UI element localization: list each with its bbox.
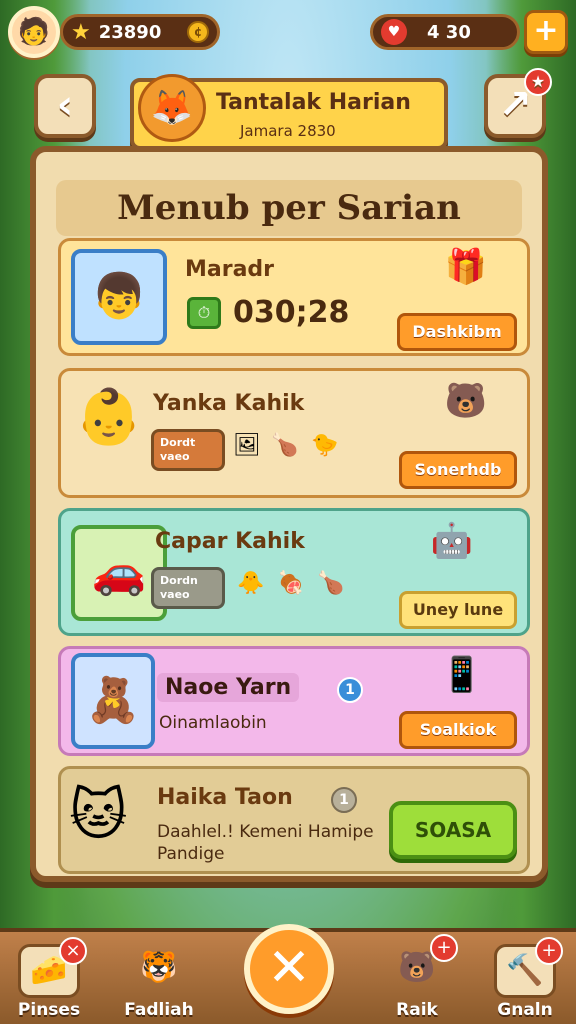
nav-badge: + [430,934,458,962]
close-button[interactable]: ✕ [244,924,334,1014]
bear-icon: 🐻 [444,381,487,421]
avatar-icon: 🧑 [17,17,51,47]
cat-icon: 🐱 [69,783,128,848]
task-name: Naoe Yarn [157,673,300,702]
chick-icon: 🐤 [311,433,339,458]
task-description: Oinamlaobin [159,713,267,733]
page-subtitle: Jamara 2830 [240,122,336,140]
task-card[interactable]: 👦 Maradr ⏱ 030;28 🎁 Dashkibm [58,238,530,356]
task-name: Haika Taon [157,785,293,810]
search-button[interactable]: SOASA [389,801,517,859]
page-title: Tantalak Harian [216,90,411,115]
drumstick-icon: 🍗 [271,433,299,458]
lives-counter: ♥ 4 30 [370,14,520,50]
meat-icon: 🍖 [277,571,305,596]
nav-badge: × [59,937,87,965]
fox-mascot-icon: 🦊 [138,74,206,142]
share-button[interactable]: ↗ ★ [484,68,552,138]
board-title: Menub per Sarian [56,180,522,236]
task-card[interactable]: 👶 Yanka Kahik Dordt vaeo 🖼 🍗 🐤 🐻 Sonerhd… [58,368,530,498]
tiger-icon: 🐯 [128,944,190,998]
robot-icon: 🤖 [430,521,473,561]
title-banner: 🦊 Tantalak Harian Jamara 2830 [130,74,448,150]
car-icon: 🚗 [91,547,147,598]
task-card[interactable]: 🚗 Capar Kahik Dordn vaeo 🐥 🍖 🍗 🤖 Uney lu… [58,508,530,636]
reward-tag: Dordn vaeo [151,567,225,609]
nav-item-raik[interactable]: 🐻 + Raik [372,934,462,1020]
coin-counter: ★ 23890 ¢ [60,14,220,50]
task-thumbnail: 🧸 [71,653,155,749]
reward-tag: Dordt vaeo [151,429,225,471]
nav-label: Raik [396,1000,438,1020]
chick-icon: 🐥 [237,571,265,596]
drumstick-icon: 🍗 [317,571,345,596]
nav-label: Pinses [17,1000,81,1020]
cheese-icon: 🧀 × [18,937,87,998]
player-avatar[interactable]: 🧑 [8,6,60,58]
coin-icon: ¢ [187,21,209,43]
back-button[interactable]: ‹ [34,74,96,138]
toy-icon: 🧸 [85,675,141,726]
star-icon: ★ [71,19,91,45]
task-name: Maradr [185,257,275,282]
close-icon: ✕ [267,938,311,998]
nav-badge: + [535,937,563,965]
chevron-left-icon: ‹ [56,82,74,128]
task-action-button[interactable]: Soalkiok [399,711,517,749]
heart-icon: ♥ [381,19,407,45]
hammer-icon: 🔨 + [494,937,563,998]
kids-icon: 👦 [91,271,147,322]
info-icon[interactable]: 1 [337,677,363,703]
add-currency-button[interactable]: + [524,10,568,54]
timer-value: 030;28 [233,295,350,330]
task-card[interactable]: 🐱 Haika Taon 1 Daahlel.! Kemeni Hamipe P… [58,766,530,874]
nav-icon: 🐻 [398,950,436,985]
baby-icon: 👶 [75,385,143,448]
task-card[interactable]: 🧸 Naoe Yarn 1 Oinamlaobin 📱 Soalkiok [58,646,530,756]
nav-icon: 🐯 [140,950,178,985]
picture-icon: 🖼 [233,433,261,458]
lives-value: 4 30 [427,21,471,43]
bear-icon: 🐻 + [386,934,458,998]
nav-item-pinses[interactable]: 🧀 × Pinses [4,937,94,1020]
bottom-navigation: 🧀 × Pinses 🐯 Fadliah ✕ 🐻 + Raik 🔨 + Gnaln [0,924,576,1024]
nav-label: Fadliah [124,1000,194,1020]
timer-icon: ⏱ [187,297,221,329]
nav-label: Gnaln [497,1000,553,1020]
task-action-button[interactable]: Uney lune [399,591,517,629]
daily-task-board: Menub per Sarian 👦 Maradr ⏱ 030;28 🎁 Das… [30,146,548,882]
top-hud: 🧑 ★ 23890 ¢ ♥ 4 30 + [8,6,568,58]
gift-icon: 🎁 [444,247,487,287]
nav-item-gnaln[interactable]: 🔨 + Gnaln [480,937,570,1020]
nav-item-fadliah[interactable]: 🐯 Fadliah [114,944,204,1020]
notification-badge: ★ [524,68,552,96]
task-thumbnail: 👦 [71,249,167,345]
task-action-button[interactable]: Dashkibm [397,313,517,351]
task-description: Daahlel.! Kemeni Hamipe Pandige [157,822,374,864]
task-name: Capar Kahik [155,529,305,554]
task-name: Yanka Kahik [153,391,305,416]
info-icon[interactable]: 1 [331,787,357,813]
coin-value: 23890 [98,21,162,43]
phone-icon: 📱 [440,655,483,695]
task-action-button[interactable]: Sonerhdb [399,451,517,489]
